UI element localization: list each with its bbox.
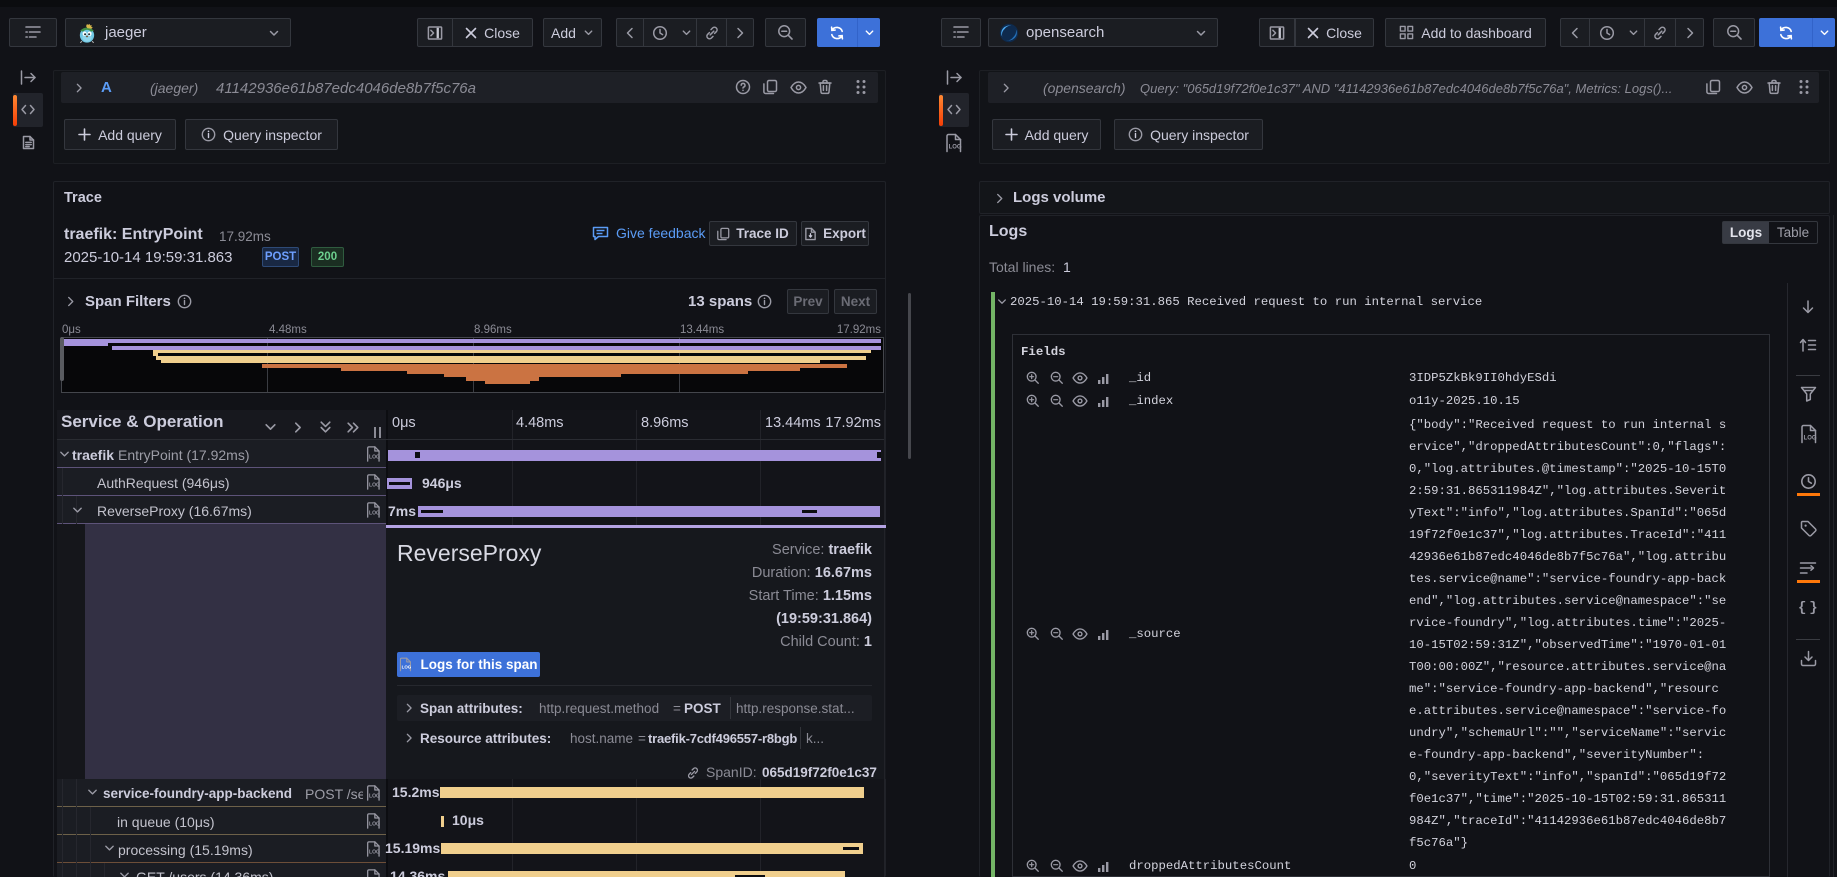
svg-text:LOG: LOG [402,665,412,670]
svg-text:LOG: LOG [949,145,962,151]
svg-text:LOG: LOG [1804,436,1817,442]
svg-text:LOG: LOG [369,483,380,489]
svg-text:LOG: LOG [369,455,380,461]
svg-text:LOG: LOG [369,850,380,856]
svg-text:LOG: LOG [369,511,380,517]
svg-text:LOG: LOG [369,822,380,828]
svg-text:LOG: LOG [369,794,380,800]
